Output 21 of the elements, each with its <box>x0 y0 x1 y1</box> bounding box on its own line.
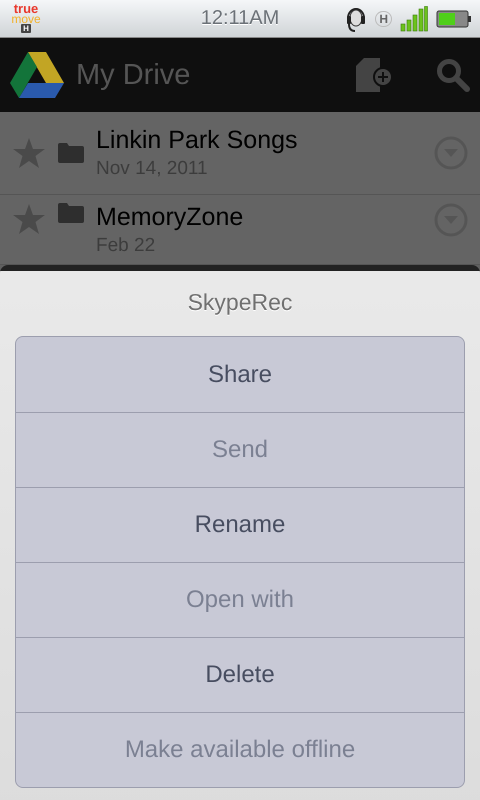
drive-logo <box>10 52 64 98</box>
new-document-icon[interactable] <box>356 58 394 92</box>
dialog-title: SkypeRec <box>188 289 292 316</box>
menu-item[interactable]: Share <box>16 337 464 412</box>
carrier-name: move <box>11 14 41 24</box>
data-indicator: H <box>375 10 392 26</box>
folder-icon <box>58 143 84 163</box>
network-badge: H <box>21 24 31 33</box>
file-name: MemoryZone <box>96 203 244 232</box>
signal-icon <box>400 6 428 32</box>
clock: 12:11AM <box>200 7 280 30</box>
star-icon[interactable] <box>12 203 46 235</box>
search-icon[interactable] <box>436 58 470 92</box>
menu-item[interactable]: Delete <box>16 637 464 712</box>
file-name: Linkin Park Songs <box>96 126 299 155</box>
carrier-name: true <box>14 4 38 14</box>
menu-item[interactable]: Rename <box>16 487 464 562</box>
folder-icon <box>58 203 84 223</box>
star-icon[interactable] <box>12 137 46 169</box>
battery-icon <box>436 10 472 28</box>
app-title: My Drive <box>76 58 190 92</box>
